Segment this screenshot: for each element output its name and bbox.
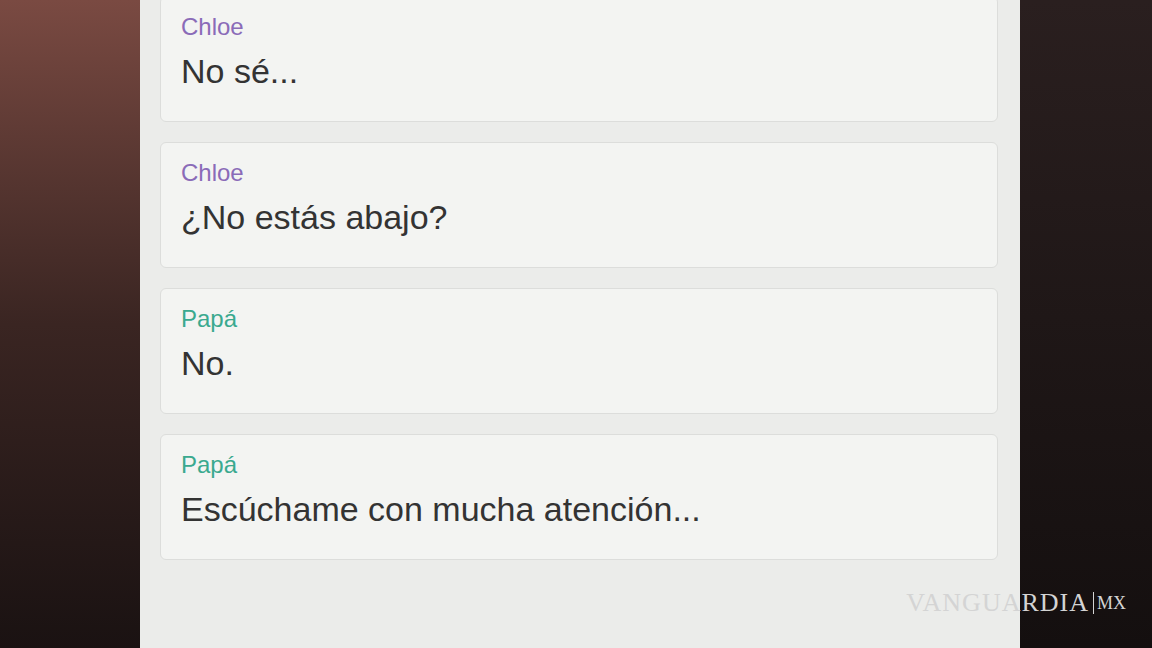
- watermark-region: MX: [1093, 592, 1126, 614]
- message-text: ¿No estás abajo?: [181, 197, 977, 237]
- message-card: Chloe ¿No estás abajo?: [160, 142, 998, 268]
- sender-name: Chloe: [181, 159, 977, 187]
- sender-name: Papá: [181, 305, 977, 333]
- message-card: Papá Escúchame con mucha atención...: [160, 434, 998, 560]
- sender-name: Papá: [181, 451, 977, 479]
- left-bezel: [0, 0, 140, 648]
- message-text: No sé...: [181, 51, 977, 91]
- watermark-brand: VANGUARDIA: [906, 588, 1089, 618]
- message-card: Chloe No sé...: [160, 0, 998, 122]
- watermark: VANGUARDIAMX: [906, 588, 1126, 618]
- chat-screen: Chloe No sé... Chloe ¿No estás abajo? Papá No…: [140, 0, 1020, 648]
- sender-name: Chloe: [181, 13, 977, 41]
- right-bezel: [1020, 0, 1152, 648]
- message-card: Papá No.: [160, 288, 998, 414]
- phone-photo: Chloe No sé... Chloe ¿No estás abajo? Papá No…: [0, 0, 1152, 648]
- message-text: No.: [181, 343, 977, 383]
- message-text: Escúchame con mucha atención...: [181, 489, 977, 529]
